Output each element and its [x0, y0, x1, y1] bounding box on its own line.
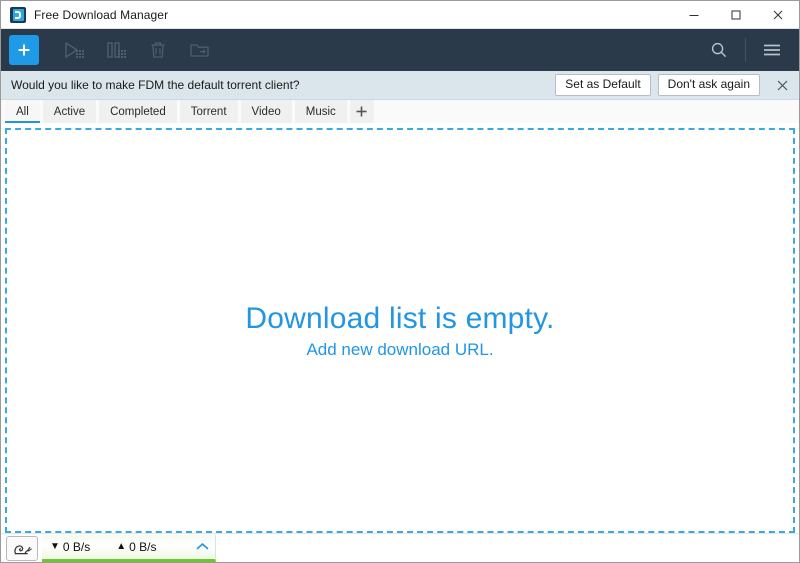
- window-controls: [673, 1, 799, 28]
- tab-all[interactable]: All: [5, 100, 40, 123]
- tab-music[interactable]: Music: [294, 100, 347, 123]
- pause-all-icon: [107, 42, 126, 58]
- main-menu-button[interactable]: [755, 33, 789, 67]
- pause-all-button[interactable]: [95, 33, 137, 67]
- fdm-app-icon: [10, 6, 26, 23]
- notification-bar: Would you like to make FDM the default t…: [1, 71, 799, 100]
- maximize-button[interactable]: [715, 1, 757, 28]
- notification-actions: Set as Default Don't ask again: [555, 73, 793, 97]
- add-download-button[interactable]: [9, 35, 39, 65]
- fdm-main-window: Free Download Manager Would you like to …: [0, 0, 800, 563]
- download-list-area: Download list is empty. Add new download…: [1, 124, 799, 533]
- snail-icon: [13, 544, 32, 554]
- toolbar-divider: [745, 38, 746, 62]
- minimize-button[interactable]: [673, 1, 715, 28]
- trash-icon: [151, 42, 165, 58]
- search-button[interactable]: [702, 33, 736, 67]
- speed-indicator-panel[interactable]: ▼ 0 B/s ▲ 0 B/s: [42, 534, 216, 562]
- plus-icon: [356, 106, 367, 117]
- play-all-icon: [65, 42, 84, 58]
- tab-video[interactable]: Video: [240, 100, 292, 123]
- download-speed-indicator: ▼ 0 B/s: [50, 540, 90, 554]
- hamburger-menu-icon: [764, 44, 780, 56]
- toolbar-right-group: [702, 33, 789, 67]
- search-icon: [711, 42, 727, 58]
- window-title: Free Download Manager: [34, 7, 169, 22]
- upload-speed-value: 0 B/s: [129, 539, 157, 554]
- download-arrow-icon: ▼: [50, 540, 60, 552]
- notification-close-button[interactable]: [771, 74, 793, 96]
- filter-tab-bar: All Active Completed Torrent Video Music: [1, 100, 799, 124]
- tab-active[interactable]: Active: [42, 100, 97, 123]
- empty-state-title: Download list is empty.: [245, 301, 555, 335]
- notification-message: Would you like to make FDM the default t…: [11, 78, 300, 92]
- tab-completed[interactable]: Completed: [99, 100, 177, 123]
- empty-state-subtitle[interactable]: Add new download URL.: [306, 340, 493, 360]
- dont-ask-again-button[interactable]: Don't ask again: [657, 73, 760, 97]
- set-as-default-button[interactable]: Set as Default: [555, 73, 651, 97]
- close-icon: [777, 80, 787, 90]
- main-toolbar: [1, 29, 799, 71]
- drag-and-drop-zone[interactable]: Download list is empty. Add new download…: [5, 128, 795, 533]
- speed-limit-button[interactable]: [6, 535, 38, 561]
- expand-speed-panel-button[interactable]: [196, 542, 209, 551]
- folder-open-icon: [190, 44, 209, 57]
- title-bar-left: Free Download Manager: [1, 6, 169, 23]
- delete-button[interactable]: [137, 33, 179, 67]
- start-all-button[interactable]: [53, 33, 95, 67]
- close-button[interactable]: [757, 1, 799, 28]
- plus-icon: [18, 44, 30, 56]
- download-speed-value: 0 B/s: [62, 539, 91, 554]
- status-bar: ▼ 0 B/s ▲ 0 B/s: [1, 533, 799, 562]
- open-folder-button[interactable]: [179, 33, 221, 67]
- upload-arrow-icon: ▲: [116, 540, 127, 552]
- chevron-up-icon: [196, 543, 209, 550]
- add-tab-button[interactable]: [349, 100, 374, 123]
- title-bar: Free Download Manager: [1, 1, 799, 29]
- tab-torrent[interactable]: Torrent: [179, 100, 238, 123]
- upload-speed-indicator: ▲ 0 B/s: [116, 540, 156, 554]
